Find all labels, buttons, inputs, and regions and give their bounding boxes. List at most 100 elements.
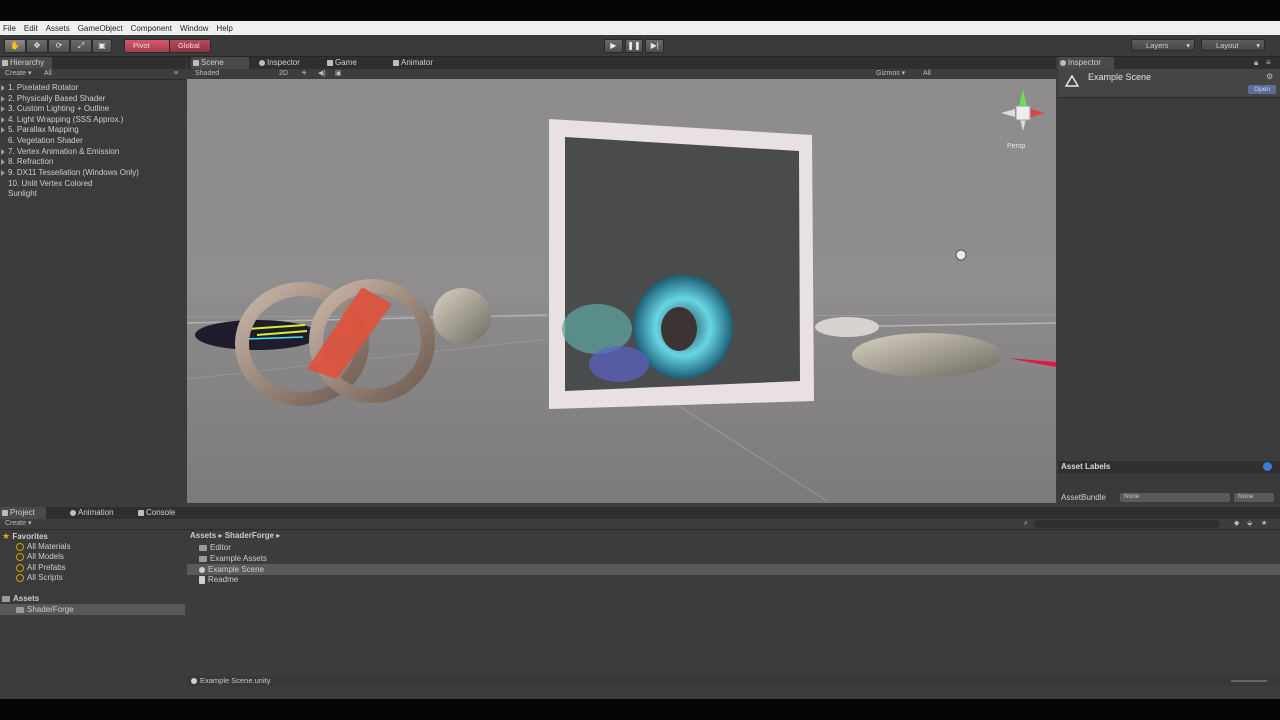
tab-scene[interactable]: Scene bbox=[191, 57, 249, 69]
menu-help[interactable]: Help bbox=[212, 24, 236, 33]
icon-size-slider[interactable] bbox=[1231, 680, 1267, 682]
move-tool-button[interactable]: ✥ bbox=[26, 39, 48, 53]
tab-hierarchy[interactable]: Hierarchy bbox=[0, 57, 52, 69]
panel-menu-icon[interactable]: ≡ bbox=[1266, 58, 1271, 67]
pivot-toggle-button[interactable]: Pivot bbox=[124, 39, 170, 53]
expand-arrow-icon[interactable] bbox=[1, 106, 5, 112]
rect-icon: ▣ bbox=[98, 41, 106, 50]
filter-type-icon[interactable]: ◆ bbox=[1234, 519, 1239, 529]
expand-arrow-icon[interactable] bbox=[1, 96, 5, 102]
asset-labels-header: Asset Labels bbox=[1058, 461, 1280, 473]
hierarchy-item[interactable]: 4. Light Wrapping (SSS Approx.) bbox=[8, 115, 123, 125]
favorite-item[interactable]: All Scripts bbox=[16, 573, 63, 583]
tab-inspector-right[interactable]: Inspector bbox=[1058, 57, 1114, 69]
hand-tool-button[interactable]: ✋ bbox=[4, 39, 26, 53]
gizmos-dropdown[interactable]: Gizmos ▾ bbox=[876, 69, 905, 79]
scene-viewport[interactable]: Persp bbox=[187, 79, 1056, 503]
favorites-group[interactable]: ★ Favorites bbox=[2, 531, 48, 542]
hierarchy-item[interactable]: 6. Vegetation Shader bbox=[8, 136, 83, 146]
favorite-star-icon[interactable]: ★ bbox=[1261, 519, 1267, 529]
search-icon[interactable]: ⌕ bbox=[1024, 519, 1028, 529]
scale-tool-button[interactable]: ⤢ bbox=[70, 39, 92, 53]
effects-icon[interactable]: ▣ bbox=[335, 69, 342, 79]
tab-game[interactable]: Game bbox=[325, 57, 375, 69]
file-item[interactable]: Readme bbox=[199, 575, 238, 585]
hierarchy-tab-label: Hierarchy bbox=[10, 58, 45, 67]
play-button[interactable]: ▶ bbox=[604, 39, 623, 53]
2d-toggle[interactable]: 2D bbox=[279, 69, 288, 79]
folder-icon bbox=[2, 595, 10, 602]
project-create-button[interactable]: Create ▾ bbox=[5, 519, 31, 529]
project-subbar: Create ▾ ⌕ ◆ ⬙ ★ bbox=[0, 519, 1280, 530]
scene-search-input[interactable]: All bbox=[923, 69, 931, 79]
asset-bundle-dropdown[interactable]: None bbox=[1120, 493, 1230, 502]
lighting-icon[interactable]: ☀ bbox=[301, 69, 307, 79]
asset-variant-dropdown[interactable]: None bbox=[1234, 493, 1274, 502]
menu-file[interactable]: File bbox=[0, 24, 20, 33]
hierarchy-item[interactable]: 2. Physically Based Shader bbox=[8, 94, 105, 104]
file-item[interactable]: Editor bbox=[199, 543, 231, 553]
menu-gameobject[interactable]: GameObject bbox=[74, 24, 127, 33]
hierarchy-item[interactable]: 10. Unlit Vertex Colored bbox=[8, 179, 93, 189]
expand-arrow-icon[interactable] bbox=[1, 159, 5, 165]
menu-window[interactable]: Window bbox=[176, 24, 212, 33]
file-item[interactable]: Example Assets bbox=[199, 554, 267, 564]
menu-assets[interactable]: Assets bbox=[42, 24, 74, 33]
expand-arrow-icon[interactable] bbox=[1, 117, 5, 123]
document-icon bbox=[199, 575, 205, 584]
global-toggle-button[interactable]: Global bbox=[169, 39, 211, 53]
open-button[interactable]: Open bbox=[1248, 85, 1276, 94]
layout-dropdown[interactable]: Layout ▾ bbox=[1201, 39, 1265, 51]
favorite-item[interactable]: All Models bbox=[16, 552, 64, 562]
favorite-item[interactable]: All Prefabs bbox=[16, 563, 66, 573]
expand-arrow-icon[interactable] bbox=[1, 85, 5, 91]
animator-icon bbox=[393, 60, 399, 66]
scene-tab-label: Scene bbox=[201, 58, 224, 67]
hierarchy-item[interactable]: 7. Vertex Animation & Emission bbox=[8, 147, 119, 157]
rect-tool-button[interactable]: ▣ bbox=[92, 39, 112, 53]
menu-component[interactable]: Component bbox=[127, 24, 176, 33]
step-button[interactable]: ▶| bbox=[645, 39, 665, 53]
audio-icon[interactable]: ◀) bbox=[318, 69, 326, 79]
assets-group[interactable]: Assets bbox=[2, 594, 39, 604]
tab-project[interactable]: Project bbox=[0, 507, 46, 519]
light-gizmo-icon[interactable] bbox=[955, 249, 967, 261]
menu-bar: File Edit Assets GameObject Component Wi… bbox=[0, 21, 1280, 35]
filter-label-icon[interactable]: ⬙ bbox=[1247, 519, 1252, 529]
hierarchy-item[interactable]: 9. DX11 Tessellation (Windows Only) bbox=[8, 168, 139, 178]
file-item[interactable]: Example Scene bbox=[199, 565, 264, 575]
tab-animator[interactable]: Animator bbox=[391, 57, 451, 69]
rotate-tool-button[interactable]: ⟳ bbox=[48, 39, 70, 53]
rotate-icon: ⟳ bbox=[55, 41, 63, 50]
gear-icon[interactable]: ⚙ bbox=[1266, 72, 1273, 81]
label-tag-icon[interactable] bbox=[1263, 462, 1272, 471]
file-label: Example Scene bbox=[208, 565, 265, 574]
shading-mode-dropdown[interactable]: Shaded bbox=[195, 69, 219, 79]
tab-console[interactable]: Console bbox=[136, 507, 186, 519]
project-breadcrumb[interactable]: Assets ▸ ShaderForge ▸ bbox=[190, 531, 280, 541]
asset-folder-item[interactable]: ShaderForge bbox=[16, 605, 74, 615]
project-search-input[interactable] bbox=[1034, 520, 1220, 528]
expand-arrow-icon[interactable] bbox=[1, 127, 5, 133]
hierarchy-item[interactable]: 5. Parallax Mapping bbox=[8, 125, 79, 135]
tab-inspector[interactable]: Inspector bbox=[257, 57, 317, 69]
pause-button[interactable]: ❚❚ bbox=[624, 39, 644, 53]
favorite-item[interactable]: All Materials bbox=[16, 542, 71, 552]
hierarchy-search-input[interactable]: All bbox=[44, 69, 52, 79]
asset-bundle-row: AssetBundle None None bbox=[1058, 473, 1280, 504]
hierarchy-item[interactable]: Sunlight bbox=[8, 189, 37, 199]
expand-arrow-icon[interactable] bbox=[1, 170, 5, 176]
lock-icon[interactable]: 🔒︎ bbox=[1254, 58, 1258, 68]
expand-arrow-icon[interactable] bbox=[1, 149, 5, 155]
layers-dropdown[interactable]: Layers ▾ bbox=[1131, 39, 1195, 51]
tab-animation[interactable]: Animation bbox=[68, 507, 126, 519]
hierarchy-item[interactable]: 3. Custom Lighting + Outline bbox=[8, 104, 109, 114]
menu-edit[interactable]: Edit bbox=[20, 24, 42, 33]
folder-icon bbox=[16, 606, 24, 613]
panel-menu-icon[interactable]: ≡ bbox=[174, 69, 178, 79]
info-icon bbox=[259, 60, 265, 66]
hierarchy-item[interactable]: 1. Pixelated Rotator bbox=[8, 83, 78, 93]
orientation-gizmo[interactable] bbox=[1001, 89, 1045, 131]
hierarchy-create-button[interactable]: Create ▾ bbox=[5, 69, 31, 79]
hierarchy-item[interactable]: 8. Refraction bbox=[8, 157, 53, 167]
